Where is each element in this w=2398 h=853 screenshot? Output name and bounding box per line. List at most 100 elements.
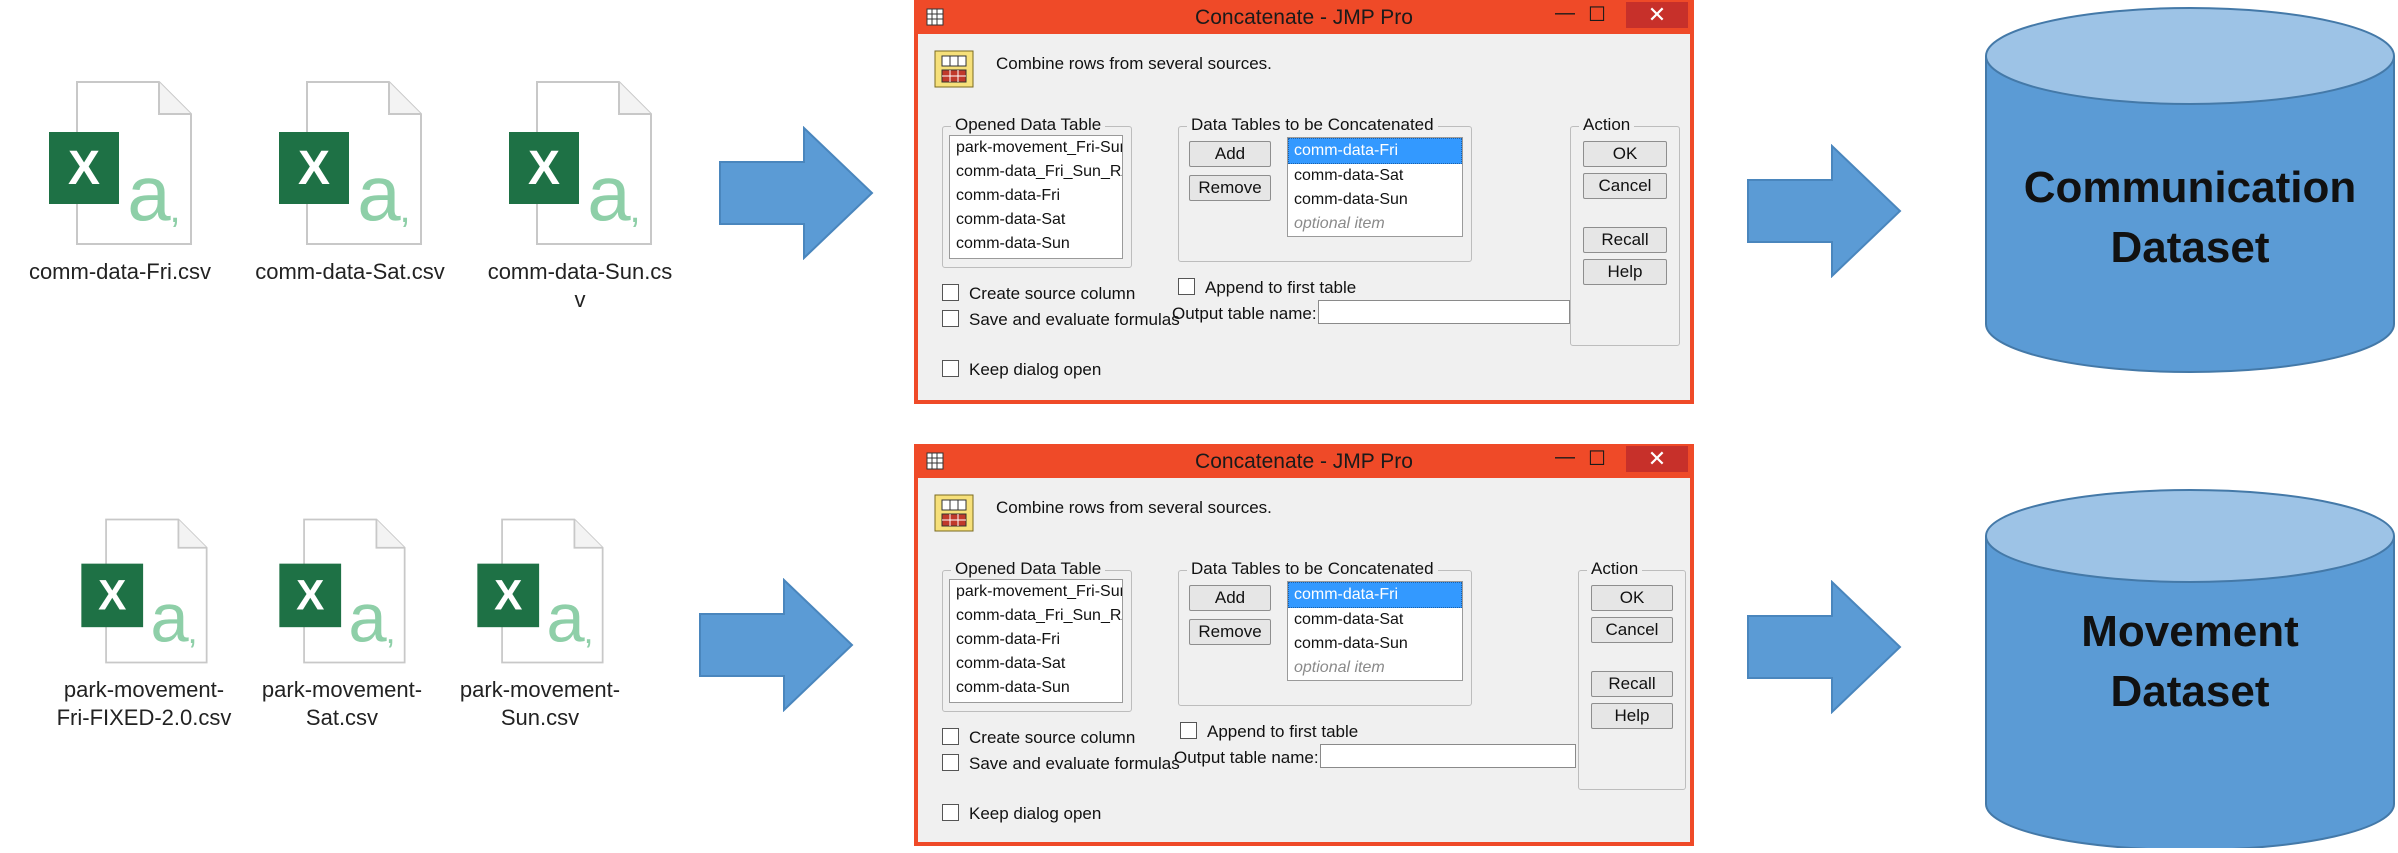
svg-text:X: X <box>494 572 522 619</box>
save-evaluate-formulas-checkbox[interactable]: Save and evaluate formulas <box>942 754 1180 774</box>
file-item[interactable]: X a , comm-data-Fri.csv <box>10 78 230 286</box>
title-bar[interactable]: Concatenate - JMP Pro — ☐ ✕ <box>918 2 1690 34</box>
checkbox-label: Save and evaluate formulas <box>969 310 1180 329</box>
save-evaluate-formulas-checkbox[interactable]: Save and evaluate formulas <box>942 310 1180 330</box>
checkbox-box[interactable] <box>942 310 959 327</box>
recall-button[interactable]: Recall <box>1583 227 1667 253</box>
svg-text:X: X <box>298 142 330 195</box>
dataset-label-line1: Communication <box>2023 163 2357 212</box>
file-item[interactable]: X a , park-movement-Sun.csv <box>430 516 650 732</box>
list-item[interactable]: comm-data-Sat <box>950 208 1122 232</box>
opened-data-table-list[interactable]: park-movement_Fri-Sun comm-data_Fri_Sun_… <box>949 135 1123 259</box>
svg-text:X: X <box>528 142 560 195</box>
list-item[interactable]: comm-data-Sun <box>950 676 1122 700</box>
opened-data-table-group: Opened Data Table park-movement_Fri-Sun … <box>942 115 1132 268</box>
remove-button[interactable]: Remove <box>1189 175 1271 201</box>
close-button[interactable]: ✕ <box>1626 2 1688 28</box>
svg-text:X: X <box>296 572 324 619</box>
list-item[interactable]: comm-data-Fri <box>950 628 1122 652</box>
checkbox-box[interactable] <box>942 728 959 745</box>
action-label: Action <box>1587 559 1643 579</box>
checkbox-label: Create source column <box>969 728 1136 747</box>
cancel-button[interactable]: Cancel <box>1591 617 1673 643</box>
help-button[interactable]: Help <box>1591 703 1673 729</box>
file-item[interactable]: X a , park-movement-Sat.csv <box>232 516 452 732</box>
maximize-button[interactable]: ☐ <box>1582 2 1612 28</box>
list-item[interactable]: comm-data-Sat <box>950 652 1122 676</box>
recall-button[interactable]: Recall <box>1591 671 1673 697</box>
excel-csv-icon: X a , <box>279 81 422 245</box>
maximize-button[interactable]: ☐ <box>1582 446 1612 472</box>
help-button[interactable]: Help <box>1583 259 1667 285</box>
svg-text:a: a <box>150 579 189 656</box>
list-item[interactable]: comm-data-Sun <box>950 232 1122 256</box>
concatenate-tables-group: Data Tables to be Concatenated Add Remov… <box>1178 115 1472 262</box>
svg-text:a: a <box>587 149 631 237</box>
list-item[interactable]: comm-data-Sat <box>1288 164 1462 188</box>
cancel-button[interactable]: Cancel <box>1583 173 1667 199</box>
remove-button[interactable]: Remove <box>1189 619 1271 645</box>
file-item[interactable]: X a , comm-data-Sun.csv <box>470 78 690 314</box>
list-item[interactable]: comm-data-Sat <box>1288 608 1462 632</box>
create-source-column-checkbox[interactable]: Create source column <box>942 284 1135 304</box>
svg-text:a: a <box>546 579 585 656</box>
svg-text:,: , <box>629 187 640 231</box>
output-table-name-input[interactable] <box>1320 744 1576 768</box>
add-button[interactable]: Add <box>1189 585 1271 611</box>
svg-text:,: , <box>399 187 410 231</box>
excel-csv-icon: X a , <box>81 518 208 664</box>
concatenate-tables-label: Data Tables to be Concatenated <box>1187 115 1438 135</box>
append-to-first-table-checkbox[interactable]: Append to first table <box>1180 722 1358 742</box>
create-source-column-checkbox[interactable]: Create source column <box>942 728 1135 748</box>
checkbox-box[interactable] <box>942 284 959 301</box>
checkbox-box[interactable] <box>1180 722 1197 739</box>
file-item[interactable]: X a , comm-data-Sat.csv <box>240 78 460 286</box>
dialog-description: Combine rows from several sources. <box>996 54 1272 73</box>
checkbox-box[interactable] <box>942 804 959 821</box>
svg-text:a: a <box>127 149 171 237</box>
add-button[interactable]: Add <box>1189 141 1271 167</box>
list-item[interactable]: comm-data_Fri_Sun_RAW <box>950 604 1122 628</box>
checkbox-label: Append to first table <box>1207 722 1359 741</box>
list-item[interactable]: comm-data-Sun <box>1288 188 1462 212</box>
checkbox-box[interactable] <box>942 754 959 771</box>
concatenate-tables-list[interactable]: comm-data-Fri comm-data-Sat comm-data-Su… <box>1287 137 1463 237</box>
excel-csv-icon: X a , <box>477 518 604 664</box>
ok-button[interactable]: OK <box>1583 141 1667 167</box>
file-item[interactable]: X a , park-movement-Fri-FIXED-2.0.csv <box>34 516 254 732</box>
list-item-selected[interactable]: comm-data-Fri <box>1288 582 1462 608</box>
append-to-first-table-checkbox[interactable]: Append to first table <box>1178 278 1356 298</box>
keep-dialog-open-checkbox[interactable]: Keep dialog open <box>942 360 1101 380</box>
close-button[interactable]: ✕ <box>1626 446 1688 472</box>
right-arrow-icon <box>699 578 854 712</box>
output-table-name-input[interactable] <box>1318 300 1570 324</box>
svg-text:,: , <box>188 612 198 651</box>
concatenate-tables-list[interactable]: comm-data-Fri comm-data-Sat comm-data-Su… <box>1287 581 1463 681</box>
action-group: Action OK Cancel Recall Help <box>1578 559 1686 790</box>
title-bar[interactable]: Concatenate - JMP Pro — ☐ ✕ <box>918 446 1690 478</box>
keep-dialog-open-checkbox[interactable]: Keep dialog open <box>942 804 1101 824</box>
dataset-label-line2: Dataset <box>2110 223 2270 272</box>
list-item[interactable]: park-movement_Fri-Sun <box>950 580 1122 604</box>
checkbox-box[interactable] <box>942 360 959 377</box>
minimize-button[interactable]: — <box>1550 2 1580 28</box>
list-item[interactable]: comm-data-Sun <box>1288 632 1462 656</box>
checkbox-label: Append to first table <box>1205 278 1357 297</box>
svg-text:,: , <box>386 612 396 651</box>
list-item[interactable]: comm-data-Fri <box>950 184 1122 208</box>
list-item[interactable]: park-movement_Fri-Sun <box>950 136 1122 160</box>
checkbox-box[interactable] <box>1178 278 1195 295</box>
list-item[interactable]: comm-data_Fri_Sun_RAW <box>950 160 1122 184</box>
concatenate-table-icon <box>934 494 974 532</box>
opened-data-table-list[interactable]: park-movement_Fri-Sun comm-data_Fri_Sun_… <box>949 579 1123 703</box>
excel-csv-icon: X a , <box>279 518 406 664</box>
concatenate-table-icon <box>934 50 974 88</box>
list-item-placeholder[interactable]: optional item <box>1288 656 1462 680</box>
action-group: Action OK Cancel Recall Help <box>1570 115 1680 346</box>
file-name: park-movement-Fri-FIXED-2.0.csv <box>56 677 232 730</box>
list-item-selected[interactable]: comm-data-Fri <box>1288 138 1462 164</box>
minimize-button[interactable]: — <box>1550 446 1580 472</box>
dataset-label-line1: Movement <box>2081 607 2299 656</box>
ok-button[interactable]: OK <box>1591 585 1673 611</box>
list-item-placeholder[interactable]: optional item <box>1288 212 1462 236</box>
